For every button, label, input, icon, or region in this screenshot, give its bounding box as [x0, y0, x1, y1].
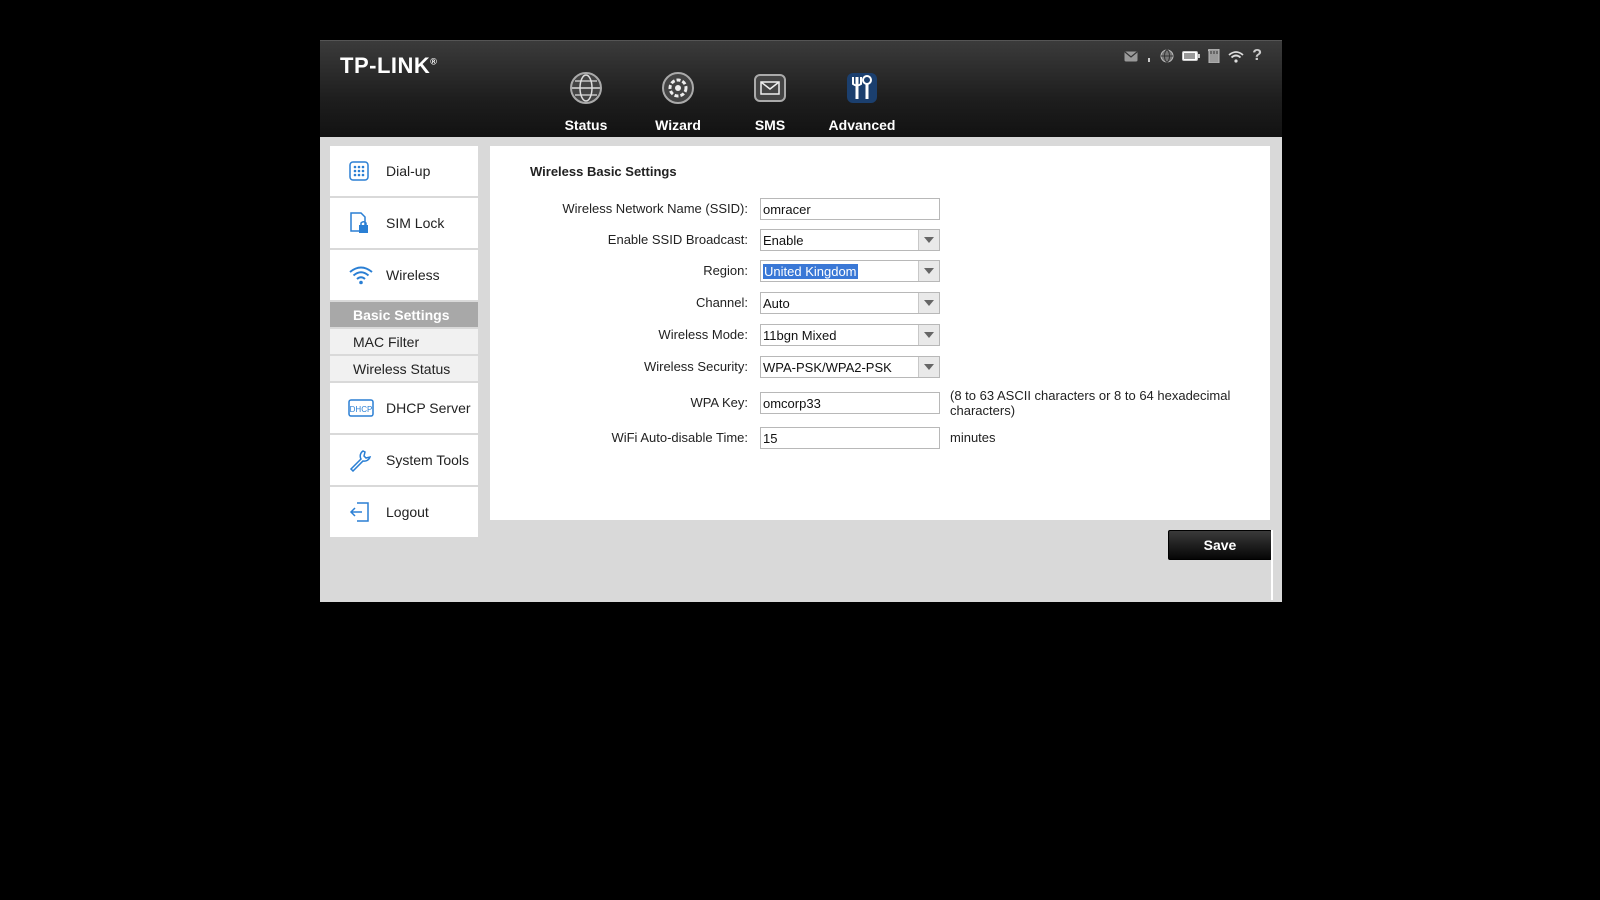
signal-icon	[1146, 50, 1152, 62]
sidebar-item-label: SIM Lock	[386, 215, 445, 231]
nav-status[interactable]: Status	[540, 69, 632, 133]
chevron-down-icon[interactable]	[918, 357, 939, 377]
ssid-broadcast-select[interactable]: Enable	[760, 229, 940, 251]
nav-sms[interactable]: SMS	[724, 69, 816, 133]
nav-sms-label: SMS	[754, 117, 786, 133]
channel-select[interactable]: Auto	[760, 292, 940, 314]
wpa-key-input[interactable]: omcorp33	[760, 392, 940, 414]
sidebar: Dial-up SIM Lock Wireless Basic Settings…	[330, 146, 478, 539]
wpa-key-label: WPA Key:	[690, 395, 748, 410]
row-wireless-mode: Wireless Mode: 11bgn Mixed	[490, 324, 1270, 348]
sidebar-sub-mac-filter[interactable]: MAC Filter	[330, 329, 478, 354]
globe-icon	[570, 72, 602, 104]
auto-disable-unit: minutes	[950, 430, 996, 445]
save-button[interactable]: Save	[1168, 530, 1272, 560]
envelope-icon	[754, 74, 786, 102]
wrench-icon	[349, 450, 372, 472]
sidebar-item-label: System Tools	[386, 452, 469, 468]
svg-text:DHCP: DHCP	[350, 405, 373, 414]
region-value: United Kingdom	[763, 264, 858, 279]
nav-wizard[interactable]: Wizard	[632, 69, 724, 133]
chevron-down-icon[interactable]	[918, 261, 939, 281]
channel-label: Channel:	[695, 295, 748, 310]
sidebar-item-label: Dial-up	[386, 163, 431, 179]
auto-disable-label: WiFi Auto-disable Time:	[611, 430, 748, 445]
chevron-down-icon[interactable]	[918, 230, 939, 250]
brand-name: TP-LINK	[340, 53, 431, 78]
wireless-security-label: Wireless Security:	[643, 359, 748, 374]
logout-icon	[349, 502, 369, 522]
sidebar-item-system-tools[interactable]: System Tools	[330, 435, 478, 485]
region-select[interactable]: United Kingdom	[760, 260, 940, 282]
wifi-icon	[1228, 50, 1244, 63]
row-region: Region: United Kingdom	[490, 260, 1270, 284]
sidebar-item-label: Logout	[386, 504, 429, 520]
brand-logo: TP-LINK®	[340, 53, 437, 79]
dialpad-icon	[349, 161, 369, 181]
ssid-label: Wireless Network Name (SSID):	[562, 201, 748, 216]
header-bar: TP-LINK® Status Wizard SMS Advanced ?	[320, 40, 1282, 137]
sidebar-item-logout[interactable]: Logout	[330, 487, 478, 537]
sidebar-item-label: Wireless	[386, 267, 440, 283]
wireless-mode-select[interactable]: 11bgn Mixed	[760, 324, 940, 346]
sidebar-item-dial-up[interactable]: Dial-up	[330, 146, 478, 196]
nav-advanced-label: Advanced	[828, 117, 896, 133]
wireless-submenu: Basic Settings MAC Filter Wireless Statu…	[330, 302, 478, 381]
row-wireless-security: Wireless Security: WPA-PSK/WPA2-PSK	[490, 356, 1270, 380]
wifi-icon	[349, 266, 373, 285]
router-admin-window: TP-LINK® Status Wizard SMS Advanced ? Di…	[320, 40, 1282, 602]
sidebar-item-dhcp-server[interactable]: DHCP DHCP Server	[330, 383, 478, 433]
battery-icon	[1182, 50, 1201, 62]
row-ssid: Wireless Network Name (SSID): omracer	[490, 198, 1270, 222]
nav-status-label: Status	[564, 117, 608, 133]
panel-edge-divider	[1271, 530, 1273, 600]
chevron-down-icon[interactable]	[918, 293, 939, 313]
dhcp-icon: DHCP	[348, 399, 374, 417]
mail-icon[interactable]	[1124, 51, 1138, 62]
sidebar-sub-basic-settings[interactable]: Basic Settings	[330, 302, 478, 327]
wireless-security-select[interactable]: WPA-PSK/WPA2-PSK	[760, 356, 940, 378]
ssid-broadcast-value: Enable	[763, 233, 804, 248]
tools-icon	[847, 73, 877, 103]
chevron-down-icon[interactable]	[918, 325, 939, 345]
wireless-mode-label: Wireless Mode:	[658, 327, 748, 342]
sim-lock-icon	[350, 212, 368, 233]
gear-icon	[662, 72, 694, 104]
sidebar-item-sim-lock[interactable]: SIM Lock	[330, 198, 478, 248]
wireless-mode-value: 11bgn Mixed	[763, 328, 837, 343]
ssid-input[interactable]: omracer	[760, 198, 940, 220]
channel-value: Auto	[763, 296, 790, 311]
sd-card-icon	[1208, 49, 1220, 63]
auto-disable-input[interactable]: 15	[760, 427, 940, 449]
sidebar-sub-wireless-status[interactable]: Wireless Status	[330, 356, 478, 381]
settings-panel: Wireless Basic Settings Wireless Network…	[490, 146, 1270, 520]
help-icon[interactable]: ?	[1252, 47, 1262, 65]
nav-advanced[interactable]: Advanced	[816, 69, 908, 133]
wpa-key-hint: (8 to 63 ASCII characters or 8 to 64 hex…	[950, 388, 1231, 418]
internet-icon	[1160, 49, 1174, 63]
status-icons: ?	[1124, 47, 1262, 65]
top-nav: Status Wizard SMS Advanced	[540, 69, 908, 133]
wireless-security-value: WPA-PSK/WPA2-PSK	[763, 360, 892, 375]
sidebar-item-wireless[interactable]: Wireless	[330, 250, 478, 300]
row-ssid-broadcast: Enable SSID Broadcast: Enable	[490, 229, 1270, 253]
nav-wizard-label: Wizard	[655, 117, 701, 133]
brand-mark: ®	[430, 56, 438, 67]
ssid-broadcast-label: Enable SSID Broadcast:	[607, 232, 748, 247]
row-channel: Channel: Auto	[490, 292, 1270, 316]
region-label: Region:	[703, 263, 748, 278]
row-auto-disable: WiFi Auto-disable Time: 15 minutes	[490, 427, 1270, 451]
page-title: Wireless Basic Settings	[530, 164, 677, 179]
sidebar-item-label: DHCP Server	[386, 400, 471, 416]
row-wpa-key: WPA Key: omcorp33 (8 to 63 ASCII charact…	[490, 388, 1270, 418]
